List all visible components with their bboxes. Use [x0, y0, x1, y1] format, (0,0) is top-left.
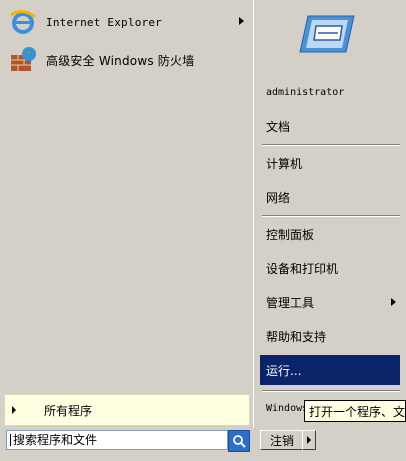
help-support-label: 帮助和支持	[266, 329, 327, 344]
devices-printers-link[interactable]: 设备和打印机	[260, 254, 400, 282]
user-picture[interactable]	[298, 12, 358, 56]
documents-link[interactable]: 文档	[260, 112, 400, 140]
separator	[262, 390, 400, 392]
control-panel-link[interactable]: 控制面板	[260, 220, 400, 248]
pinned-item-firewall[interactable]: 高级安全 Windows 防火墙	[6, 44, 246, 76]
network-label: 网络	[266, 190, 291, 205]
submenu-arrow-icon	[239, 17, 244, 25]
logoff-label: 注销	[269, 433, 294, 448]
control-panel-label: 控制面板	[266, 227, 315, 242]
search-button[interactable]	[228, 430, 250, 452]
all-programs-arrow-icon	[12, 406, 16, 414]
all-programs-label: 所有程序	[44, 403, 93, 418]
computer-link[interactable]: 计算机	[260, 149, 400, 177]
user-folder-link[interactable]: administrator	[260, 78, 400, 106]
windows-security-label: Windows	[266, 402, 309, 414]
user-name-label: administrator	[266, 86, 345, 98]
text-caret	[10, 434, 11, 446]
pinned-item-label: 高级安全 Windows 防火墙	[46, 53, 195, 68]
run-label: 运行...	[266, 363, 302, 378]
pinned-item-internet-explorer[interactable]: Internet Explorer	[6, 6, 246, 38]
computer-label: 计算机	[266, 156, 303, 171]
right-panel: administrator 文档 计算机 网络 控制面板 设备和打印机 管理工具…	[254, 0, 406, 428]
start-menu: Internet Explorer 高级安全 Windows 防火墙 所有程序 …	[0, 0, 406, 461]
search-row	[0, 428, 253, 461]
tooltip-text: 打开一个程序、文	[309, 405, 406, 419]
shutdown-row: 注销	[254, 428, 406, 461]
search-box[interactable]	[6, 430, 228, 450]
firewall-icon	[6, 44, 40, 76]
submenu-arrow-icon	[391, 298, 396, 306]
search-input[interactable]	[13, 433, 213, 447]
run-link[interactable]: 运行...	[260, 355, 400, 385]
admin-tools-label: 管理工具	[266, 295, 315, 310]
chevron-right-icon	[307, 436, 311, 444]
documents-label: 文档	[266, 119, 291, 134]
pinned-item-label: Internet Explorer	[46, 15, 162, 29]
shutdown-options-button[interactable]	[302, 430, 316, 450]
internet-explorer-icon	[6, 6, 40, 38]
all-programs-button[interactable]: 所有程序	[4, 394, 250, 426]
separator	[262, 215, 400, 217]
magnifier-icon	[233, 435, 246, 448]
separator	[262, 144, 400, 146]
admin-tools-link[interactable]: 管理工具	[260, 288, 400, 316]
logoff-button[interactable]: 注销	[260, 430, 304, 450]
run-tooltip: 打开一个程序、文	[304, 400, 406, 422]
help-support-link[interactable]: 帮助和支持	[260, 322, 400, 350]
devices-printers-label: 设备和打印机	[266, 261, 339, 276]
left-panel: Internet Explorer 高级安全 Windows 防火墙 所有程序	[0, 0, 254, 428]
network-link[interactable]: 网络	[260, 183, 400, 211]
